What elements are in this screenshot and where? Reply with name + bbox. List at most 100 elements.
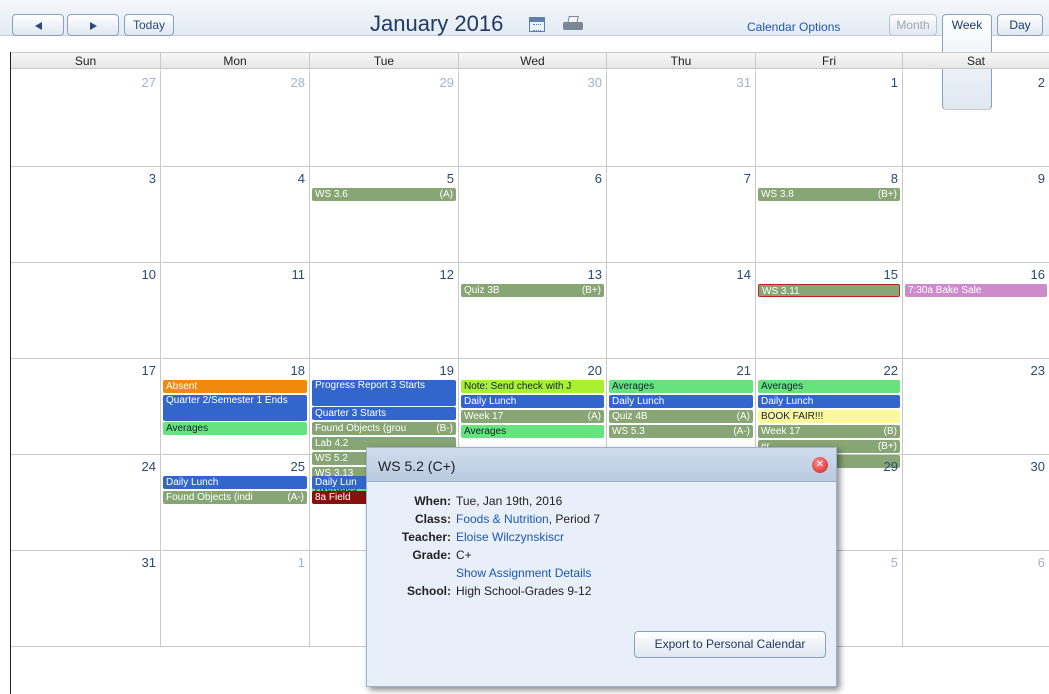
- day-cell[interactable]: 7: [607, 167, 756, 263]
- day-number[interactable]: 6: [595, 171, 602, 186]
- day-cell[interactable]: 31: [11, 551, 161, 647]
- calendar-event[interactable]: Daily Lunch: [609, 395, 753, 408]
- calendar-event[interactable]: Averages: [758, 380, 900, 393]
- day-number[interactable]: 13: [588, 267, 602, 282]
- calendar-event[interactable]: WS 3.8 (B+): [758, 188, 900, 201]
- show-assignment-details-link[interactable]: Show Assignment Details: [456, 566, 591, 580]
- day-number[interactable]: 29: [884, 459, 898, 474]
- calendar-event[interactable]: Daily Lunch: [461, 395, 604, 408]
- day-cell[interactable]: 5 WS 3.6 (A): [310, 167, 459, 263]
- day-cell[interactable]: 13 Quiz 3B (B+): [459, 263, 607, 359]
- day-cell[interactable]: 28: [161, 71, 310, 167]
- day-cell[interactable]: 8 WS 3.8 (B+): [756, 167, 903, 263]
- calendar-event[interactable]: Note: Send check with J: [461, 380, 604, 393]
- day-number[interactable]: 28: [291, 75, 305, 90]
- month-view-button[interactable]: Month: [889, 14, 937, 36]
- day-number[interactable]: 5: [447, 171, 454, 186]
- day-number[interactable]: 14: [737, 267, 751, 282]
- calendar-event[interactable]: Averages: [609, 380, 753, 393]
- day-number[interactable]: 23: [1031, 363, 1045, 378]
- day-cell[interactable]: 3: [11, 167, 161, 263]
- day-number[interactable]: 31: [142, 555, 156, 570]
- calendar-event[interactable]: Found Objects (grou (B-): [312, 422, 456, 435]
- calendar-event[interactable]: Week 17 (A): [461, 410, 604, 423]
- day-number[interactable]: 29: [440, 75, 454, 90]
- day-number[interactable]: 7: [744, 171, 751, 186]
- day-number[interactable]: 2: [1038, 75, 1045, 90]
- calendar-event[interactable]: Averages: [461, 425, 604, 438]
- calendar-event[interactable]: WS 3.11: [758, 284, 900, 297]
- day-number[interactable]: 22: [884, 363, 898, 378]
- previous-month-button[interactable]: [12, 14, 64, 36]
- day-cell[interactable]: 11: [161, 263, 310, 359]
- day-cell[interactable]: 19 Progress Report 3 Starts Quarter 3 Star…: [310, 359, 459, 495]
- calendar-event[interactable]: 7:30a Bake Sale: [905, 284, 1047, 297]
- day-number[interactable]: 1: [891, 75, 898, 90]
- day-cell[interactable]: 25 Daily Lunch Found Objects (indi (A-): [161, 455, 310, 551]
- day-cell[interactable]: 23: [903, 359, 1049, 455]
- calendar-event[interactable]: Progress Report 3 Starts: [312, 380, 456, 406]
- day-cell[interactable]: 17: [11, 359, 161, 455]
- calendar-event[interactable]: Quarter 2/Semester 1 Ends: [163, 395, 307, 421]
- day-cell[interactable]: 31: [607, 71, 756, 167]
- day-cell[interactable]: 4: [161, 167, 310, 263]
- today-button[interactable]: Today: [124, 14, 174, 36]
- calendar-event[interactable]: Quiz 3B (B+): [461, 284, 604, 297]
- day-cell[interactable]: 22 Averages Daily Lunch BOOK FAIR!!! Week 17…: [756, 359, 903, 468]
- day-number[interactable]: 8: [891, 171, 898, 186]
- day-cell[interactable]: 24: [11, 455, 161, 551]
- day-number[interactable]: 16: [1031, 267, 1045, 282]
- printer-icon[interactable]: [563, 16, 583, 32]
- day-cell[interactable]: 2: [903, 71, 1049, 167]
- day-number[interactable]: 10: [142, 267, 156, 282]
- day-view-button[interactable]: Day: [997, 14, 1043, 36]
- day-cell[interactable]: 20 Note: Send check with J Daily Lunch Week…: [459, 359, 607, 455]
- day-cell[interactable]: 16 7:30a Bake Sale: [903, 263, 1049, 359]
- day-number[interactable]: 18: [291, 363, 305, 378]
- calendar-event[interactable]: Quiz 4B (A): [609, 410, 753, 423]
- day-cell[interactable]: 18 Absent Quarter 2/Semester 1 Ends Average…: [161, 359, 310, 455]
- day-number[interactable]: 25: [291, 459, 305, 474]
- day-number[interactable]: 24: [142, 459, 156, 474]
- day-number[interactable]: 5: [891, 555, 898, 570]
- day-number[interactable]: 12: [440, 267, 454, 282]
- day-cell[interactable]: 12: [310, 263, 459, 359]
- day-number[interactable]: 30: [588, 75, 602, 90]
- day-cell[interactable]: 14: [607, 263, 756, 359]
- calendar-event[interactable]: WS 3.6 (A): [312, 188, 456, 201]
- calendar-event[interactable]: Averages: [163, 422, 307, 435]
- day-cell[interactable]: 21 Averages Daily Lunch Quiz 4B (A) WS 5.3 (A-…: [607, 359, 756, 455]
- teacher-link[interactable]: Eloise Wilczynskiscr: [456, 530, 564, 544]
- day-number[interactable]: 1: [298, 555, 305, 570]
- day-number[interactable]: 11: [292, 267, 306, 282]
- day-number[interactable]: 4: [298, 171, 305, 186]
- day-number[interactable]: 19: [440, 363, 454, 378]
- day-number[interactable]: 6: [1038, 555, 1045, 570]
- day-number[interactable]: 30: [1031, 459, 1045, 474]
- day-cell[interactable]: 30: [903, 455, 1049, 551]
- day-cell[interactable]: 1: [756, 71, 903, 167]
- calendar-picker-icon[interactable]: [529, 17, 545, 32]
- calendar-event[interactable]: Quarter 3 Starts: [312, 407, 456, 420]
- day-cell[interactable]: 27: [11, 71, 161, 167]
- day-cell[interactable]: 10: [11, 263, 161, 359]
- calendar-options-link[interactable]: Calendar Options: [747, 20, 840, 34]
- day-number[interactable]: 20: [588, 363, 602, 378]
- calendar-event[interactable]: BOOK FAIR!!!: [758, 410, 900, 423]
- day-cell[interactable]: 15 WS 3.11: [756, 263, 903, 359]
- calendar-event[interactable]: Found Objects (indi (A-): [163, 491, 307, 504]
- export-to-personal-calendar-button[interactable]: Export to Personal Calendar: [634, 631, 826, 658]
- day-cell[interactable]: 1: [161, 551, 310, 647]
- day-number[interactable]: 21: [737, 363, 751, 378]
- day-cell[interactable]: 9: [903, 167, 1049, 263]
- next-month-button[interactable]: [67, 14, 119, 36]
- day-cell[interactable]: 6: [903, 551, 1049, 647]
- day-cell[interactable]: 30: [459, 71, 607, 167]
- calendar-event[interactable]: Week 17 (B): [758, 425, 900, 438]
- calendar-event[interactable]: Daily Lunch: [758, 395, 900, 408]
- class-link[interactable]: Foods & Nutrition: [456, 512, 549, 526]
- close-icon[interactable]: ✕: [812, 457, 828, 473]
- day-number[interactable]: 15: [884, 267, 898, 282]
- calendar-event[interactable]: Daily Lunch: [163, 476, 307, 489]
- calendar-event[interactable]: WS 5.3 (A-): [609, 425, 753, 438]
